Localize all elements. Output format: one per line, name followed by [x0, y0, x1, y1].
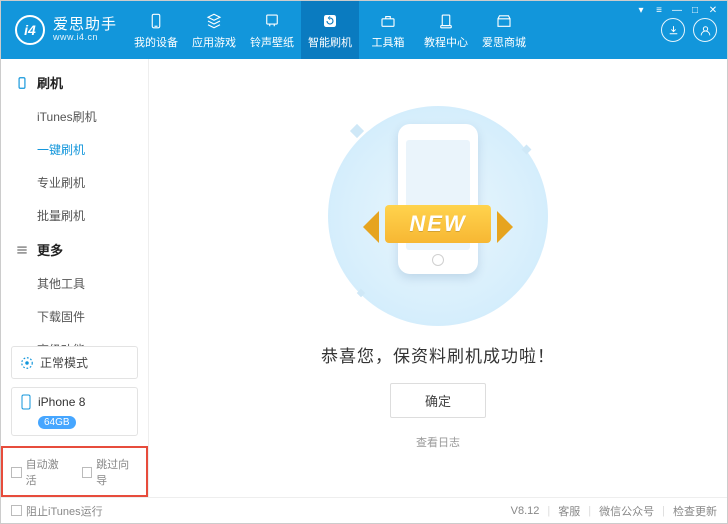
statusbar: 阻止iTunes运行 V8.12 | 客服 | 微信公众号 | 检查更新 — [1, 497, 727, 523]
nav-label: 应用游戏 — [192, 34, 236, 50]
device-name: iPhone 8 — [38, 395, 85, 409]
sidebar-item-batch-flash[interactable]: 批量刷机 — [1, 199, 148, 232]
refresh-icon — [320, 11, 340, 31]
brand-name: 爱思助手 — [53, 17, 117, 34]
sidebar-item-itunes-flash[interactable]: iTunes刷机 — [1, 100, 148, 133]
view-log-link[interactable]: 查看日志 — [416, 434, 460, 450]
checkbox-block-itunes[interactable]: 阻止iTunes运行 — [11, 503, 103, 519]
topbar: i4 爱思助手 www.i4.cn 我的设备 应用游戏 铃声壁纸 智能刷机 — [1, 1, 727, 59]
music-icon — [262, 11, 282, 31]
logo-icon: i4 — [15, 15, 45, 45]
win-menu-icon[interactable]: ▾ — [633, 4, 649, 16]
checkbox-icon — [11, 467, 22, 478]
download-button[interactable] — [661, 18, 685, 42]
sidebar-item-other-tools[interactable]: 其他工具 — [1, 267, 148, 300]
nav-apps[interactable]: 应用游戏 — [185, 1, 243, 59]
apps-icon — [204, 11, 224, 31]
phone-illustration-icon — [398, 124, 478, 274]
sidebar-item-advanced[interactable]: 高级功能 — [1, 333, 148, 346]
new-ribbon-icon: NEW — [338, 201, 538, 247]
nav-label: 智能刷机 — [308, 34, 352, 50]
phone-icon — [146, 11, 166, 31]
device-icon — [15, 76, 29, 90]
user-button[interactable] — [693, 18, 717, 42]
ok-button[interactable]: 确定 — [390, 383, 486, 418]
checkbox-icon — [11, 505, 22, 516]
sidebar: 刷机 iTunes刷机 一键刷机 专业刷机 批量刷机 更多 其他工具 下载固件 … — [1, 59, 149, 497]
storage-badge: 64GB — [38, 416, 76, 429]
wechat-link[interactable]: 微信公众号 — [599, 503, 654, 519]
nav-tutorial[interactable]: 教程中心 — [417, 1, 475, 59]
update-link[interactable]: 检查更新 — [673, 503, 717, 519]
win-minimize-icon[interactable]: ― — [669, 4, 685, 16]
logo[interactable]: i4 爱思助手 www.i4.cn — [1, 1, 127, 59]
sidebar-header-flash[interactable]: 刷机 — [1, 65, 148, 100]
ribbon-text: NEW — [385, 205, 490, 243]
success-message: 恭喜您，保资料刷机成功啦！ — [321, 342, 555, 367]
nav-label: 教程中心 — [424, 34, 468, 50]
nav-label: 工具箱 — [372, 34, 405, 50]
win-maximize-icon[interactable]: □ — [687, 4, 703, 16]
book-icon — [436, 11, 456, 31]
win-close-icon[interactable]: ✕ — [705, 4, 721, 16]
brand-url: www.i4.cn — [53, 33, 117, 43]
nav: 我的设备 应用游戏 铃声壁纸 智能刷机 工具箱 教程中心 — [127, 1, 661, 59]
win-lock-icon[interactable]: ≡ — [651, 4, 667, 16]
sidebar-options: 自动激活 跳过向导 — [1, 446, 148, 497]
nav-label: 爱思商城 — [482, 34, 526, 50]
nav-my-device[interactable]: 我的设备 — [127, 1, 185, 59]
nav-label: 铃声壁纸 — [250, 34, 294, 50]
phone-small-icon — [20, 394, 32, 410]
section-title: 刷机 — [37, 73, 63, 92]
checkbox-icon — [82, 467, 93, 478]
nav-label: 我的设备 — [134, 34, 178, 50]
nav-ringtone[interactable]: 铃声壁纸 — [243, 1, 301, 59]
version-label: V8.12 — [511, 505, 540, 517]
device-box[interactable]: iPhone 8 64GB — [11, 387, 138, 436]
mode-label: 正常模式 — [40, 354, 88, 371]
nav-flash[interactable]: 智能刷机 — [301, 1, 359, 59]
section-title: 更多 — [37, 240, 63, 259]
mode-box[interactable]: 正常模式 — [11, 346, 138, 379]
mode-icon — [20, 356, 34, 370]
nav-toolbox[interactable]: 工具箱 — [359, 1, 417, 59]
more-icon — [15, 243, 29, 257]
checkbox-auto-activate[interactable]: 自动激活 — [11, 456, 68, 488]
toolbox-icon — [378, 11, 398, 31]
checkbox-label: 阻止iTunes运行 — [26, 503, 103, 519]
checkbox-label: 自动激活 — [26, 456, 68, 488]
store-icon — [494, 11, 514, 31]
support-link[interactable]: 客服 — [558, 503, 580, 519]
sidebar-item-download-firmware[interactable]: 下载固件 — [1, 300, 148, 333]
success-illustration: NEW — [328, 106, 548, 326]
checkbox-skip-guide[interactable]: 跳过向导 — [82, 456, 139, 488]
main-content: NEW 恭喜您，保资料刷机成功啦！ 确定 查看日志 — [149, 59, 727, 497]
sidebar-header-more[interactable]: 更多 — [1, 232, 148, 267]
sidebar-item-pro-flash[interactable]: 专业刷机 — [1, 166, 148, 199]
sidebar-item-oneclick-flash[interactable]: 一键刷机 — [1, 133, 148, 166]
nav-store[interactable]: 爱思商城 — [475, 1, 533, 59]
checkbox-label: 跳过向导 — [96, 456, 138, 488]
